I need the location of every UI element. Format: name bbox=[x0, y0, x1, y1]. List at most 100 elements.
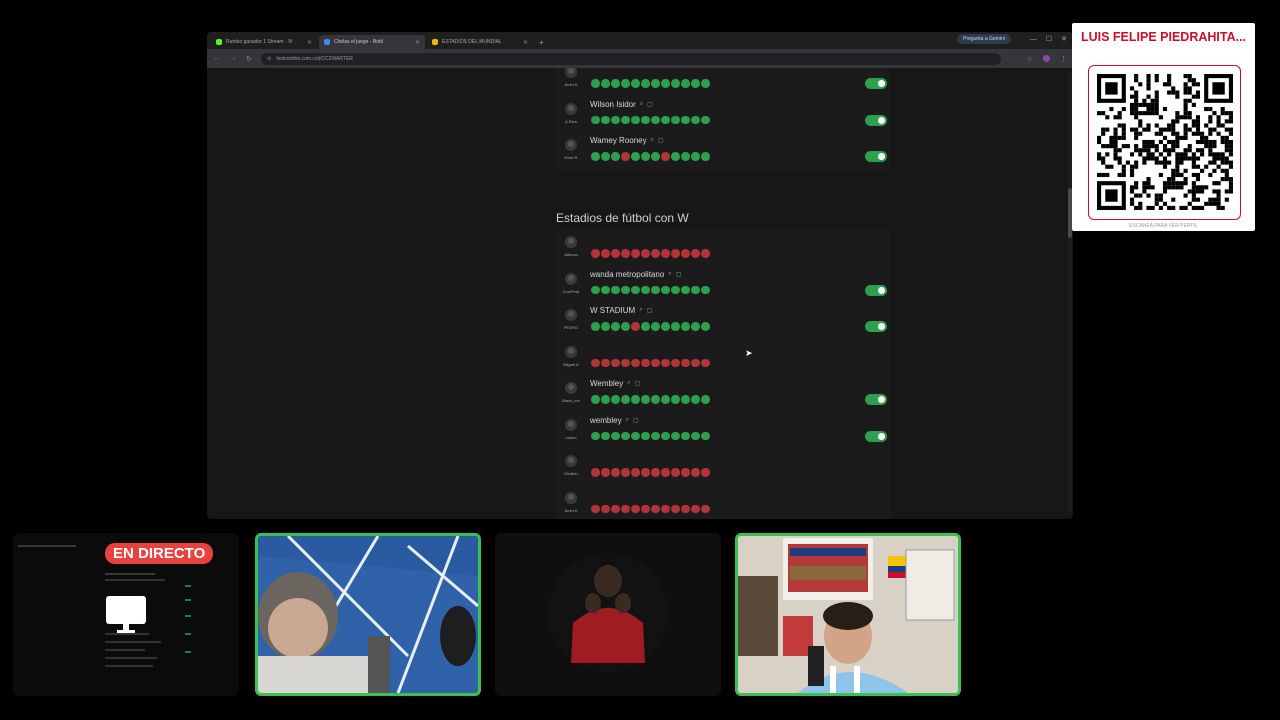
correct-dot bbox=[611, 152, 620, 161]
username: Jimm K bbox=[564, 82, 578, 87]
correct-dot bbox=[601, 152, 610, 161]
tab-game[interactable]: Chelas el juego - Bold ✕ bbox=[319, 35, 425, 49]
search-icon[interactable]: ⌕ bbox=[626, 417, 629, 424]
username: Jimm K bbox=[564, 507, 578, 513]
wrong-dot bbox=[651, 504, 660, 513]
wrong-dot bbox=[611, 358, 620, 367]
chat-icon[interactable]: ▢ bbox=[647, 307, 653, 314]
close-icon[interactable]: ✕ bbox=[415, 39, 420, 46]
menu-icon[interactable]: ⋮ bbox=[1060, 55, 1067, 63]
accept-toggle[interactable] bbox=[865, 321, 887, 332]
accept-toggle[interactable] bbox=[865, 114, 887, 126]
answer-text: wembley ⌕ ▢ bbox=[590, 416, 639, 425]
wrong-dot bbox=[661, 468, 670, 477]
wrong-dot bbox=[631, 504, 640, 513]
close-icon[interactable]: ✕ bbox=[523, 39, 528, 46]
search-icon[interactable]: ⌕ bbox=[640, 101, 643, 108]
correct-dot bbox=[631, 79, 640, 88]
search-icon[interactable]: ⌕ bbox=[668, 271, 671, 278]
chat-icon[interactable]: ▢ bbox=[647, 101, 653, 108]
bookmark-star-icon[interactable]: ☆ bbox=[1027, 55, 1033, 63]
username: CruzPedr bbox=[562, 288, 580, 294]
close-window-icon[interactable]: ✕ bbox=[1061, 35, 1067, 43]
wrong-dot bbox=[621, 152, 630, 161]
wrong-dot bbox=[681, 468, 690, 477]
correct-dot bbox=[671, 322, 680, 331]
correct-dot bbox=[691, 285, 700, 294]
tab-estadios[interactable]: ESTADIOS DEL MUNDIAL ✕ bbox=[427, 35, 533, 49]
wrong-dot bbox=[661, 358, 670, 367]
wrong-dot bbox=[691, 358, 700, 367]
maximize-icon[interactable]: ☐ bbox=[1046, 35, 1052, 43]
correct-dot bbox=[691, 115, 700, 124]
address-bar[interactable]: ⚙ lostconline.com.co/j/CC2WARTER bbox=[261, 52, 1001, 65]
correct-dot bbox=[591, 115, 600, 124]
username: Alfonso bbox=[564, 252, 578, 257]
score-dots bbox=[591, 249, 710, 258]
correct-dot bbox=[641, 115, 650, 124]
answer-row: CruzPedr wanda metropolitano ⌕ ▢ bbox=[555, 267, 891, 304]
accept-toggle[interactable] bbox=[865, 151, 887, 162]
correct-dot bbox=[641, 395, 650, 404]
correct-dot bbox=[661, 79, 670, 88]
wrong-dot bbox=[641, 504, 650, 513]
search-icon[interactable]: ⌕ bbox=[639, 307, 642, 314]
username: nolmo bbox=[565, 434, 577, 440]
reload-icon[interactable]: ↻ bbox=[245, 55, 253, 63]
correct-dot bbox=[701, 431, 710, 440]
answer-label: Wilson Isidor bbox=[590, 99, 636, 109]
doc-favicon-icon bbox=[432, 39, 438, 45]
correct-dot bbox=[631, 115, 640, 124]
correct-dot bbox=[691, 322, 700, 331]
username: Dhollen bbox=[564, 471, 578, 476]
user-avatar-icon bbox=[565, 418, 577, 431]
accept-toggle[interactable] bbox=[865, 284, 887, 296]
new-tab-icon[interactable]: + bbox=[535, 38, 548, 49]
chat-icon[interactable]: ▢ bbox=[676, 271, 682, 278]
tab-kick[interactable]: Rumbo ganador 1 Stream - Vi ✕ bbox=[211, 35, 317, 49]
correct-dot bbox=[671, 395, 680, 404]
correct-dot bbox=[681, 115, 690, 124]
correct-dot bbox=[611, 322, 620, 331]
wrong-dot bbox=[661, 249, 670, 258]
correct-dot bbox=[641, 152, 650, 161]
correct-dot bbox=[601, 431, 610, 440]
wrong-dot bbox=[661, 152, 670, 161]
correct-dot bbox=[681, 431, 690, 440]
participant-avatar-tile bbox=[495, 533, 721, 696]
correct-dot bbox=[611, 285, 620, 294]
correct-dot bbox=[621, 395, 630, 404]
correct-dot bbox=[691, 79, 700, 88]
username: Erick R bbox=[564, 155, 578, 160]
answer-label: Wamey Rooney bbox=[590, 136, 647, 145]
score-dots bbox=[591, 395, 710, 404]
address-text: lostconline.com.co/j/CC2WARTER bbox=[276, 55, 353, 62]
score-dots bbox=[591, 152, 710, 161]
correct-dot bbox=[601, 285, 610, 294]
search-icon[interactable]: ⌕ bbox=[651, 137, 654, 144]
site-info-icon[interactable]: ⚙ bbox=[267, 56, 271, 62]
correct-dot bbox=[641, 322, 650, 331]
correct-dot bbox=[641, 285, 650, 294]
chat-icon[interactable]: ▢ bbox=[635, 380, 641, 387]
tab-strip: Rumbo ganador 1 Stream - Vi ✕ Chelas el … bbox=[207, 32, 1073, 49]
accept-toggle[interactable] bbox=[865, 430, 887, 442]
wrong-dot bbox=[611, 504, 620, 513]
correct-dot bbox=[631, 431, 640, 440]
minimize-icon[interactable]: — bbox=[1030, 36, 1037, 43]
search-icon[interactable]: ⌕ bbox=[627, 380, 630, 387]
back-icon[interactable]: ← bbox=[213, 55, 221, 62]
accept-toggle[interactable] bbox=[865, 394, 887, 405]
accept-toggle[interactable] bbox=[865, 78, 887, 89]
wrong-dot bbox=[601, 249, 610, 258]
score-dots bbox=[591, 468, 710, 477]
answer-label: W STADIUM bbox=[590, 306, 636, 315]
correct-dot bbox=[701, 115, 710, 124]
chat-icon[interactable]: ▢ bbox=[633, 417, 639, 424]
wrong-dot bbox=[621, 504, 630, 513]
chat-icon[interactable]: ▢ bbox=[658, 137, 664, 144]
gemini-button[interactable]: Pregunta a Gemini bbox=[957, 34, 1011, 44]
forward-icon[interactable]: → bbox=[229, 55, 237, 62]
extension-icon[interactable] bbox=[1043, 55, 1050, 62]
close-icon[interactable]: ✕ bbox=[307, 39, 312, 46]
